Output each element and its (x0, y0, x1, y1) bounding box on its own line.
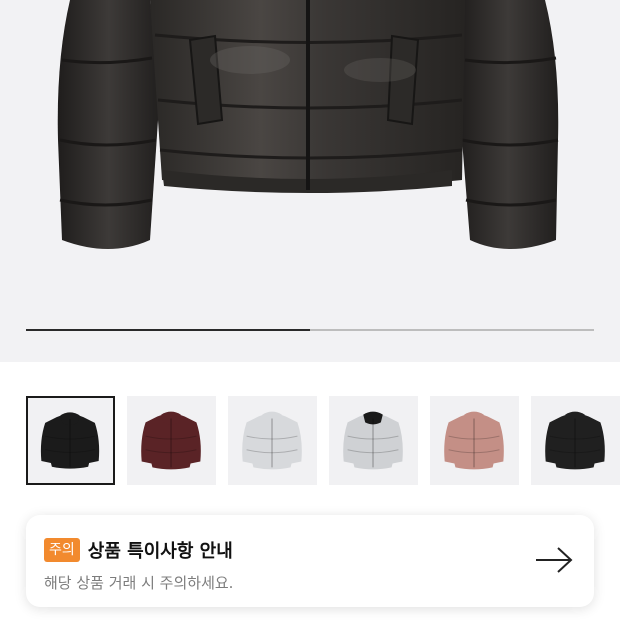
hero-jacket-image (57, 0, 559, 249)
thumbnail-burgundy-puffer[interactable] (127, 396, 216, 485)
jacket-thumbnail-icon (141, 411, 201, 470)
thumbnail-black-matte-puffer[interactable] (531, 396, 620, 485)
caution-badge: 주의 (44, 538, 80, 562)
thumbnail-light-grey-puffer[interactable] (228, 396, 317, 485)
thumbnail-black-glossy-puffer[interactable] (26, 396, 115, 485)
thumbnail-black-white-puffer[interactable] (329, 396, 418, 485)
product-image-carousel[interactable] (0, 0, 620, 362)
jacket-thumbnail-icon (444, 411, 504, 470)
notice-subtitle: 해당 상품 거래 시 주의하세요. (44, 574, 234, 592)
jacket-thumbnail-icon (242, 411, 302, 470)
notice-title: 상품 특이사항 안내 (87, 541, 233, 562)
color-thumbnail-list (26, 396, 620, 486)
arrow-right-icon[interactable] (534, 545, 574, 579)
product-notice-card[interactable]: 주의 상품 특이사항 안내 해당 상품 거래 시 주의하세요. (26, 515, 594, 607)
jacket-thumbnail-icon (545, 411, 605, 470)
carousel-progress-bar (26, 329, 594, 331)
jacket-thumbnail-icon (343, 411, 403, 470)
thumbnail-dusty-pink-puffer[interactable] (430, 396, 519, 485)
jacket-thumbnail-icon (40, 412, 100, 469)
carousel-progress-fill (26, 329, 310, 331)
